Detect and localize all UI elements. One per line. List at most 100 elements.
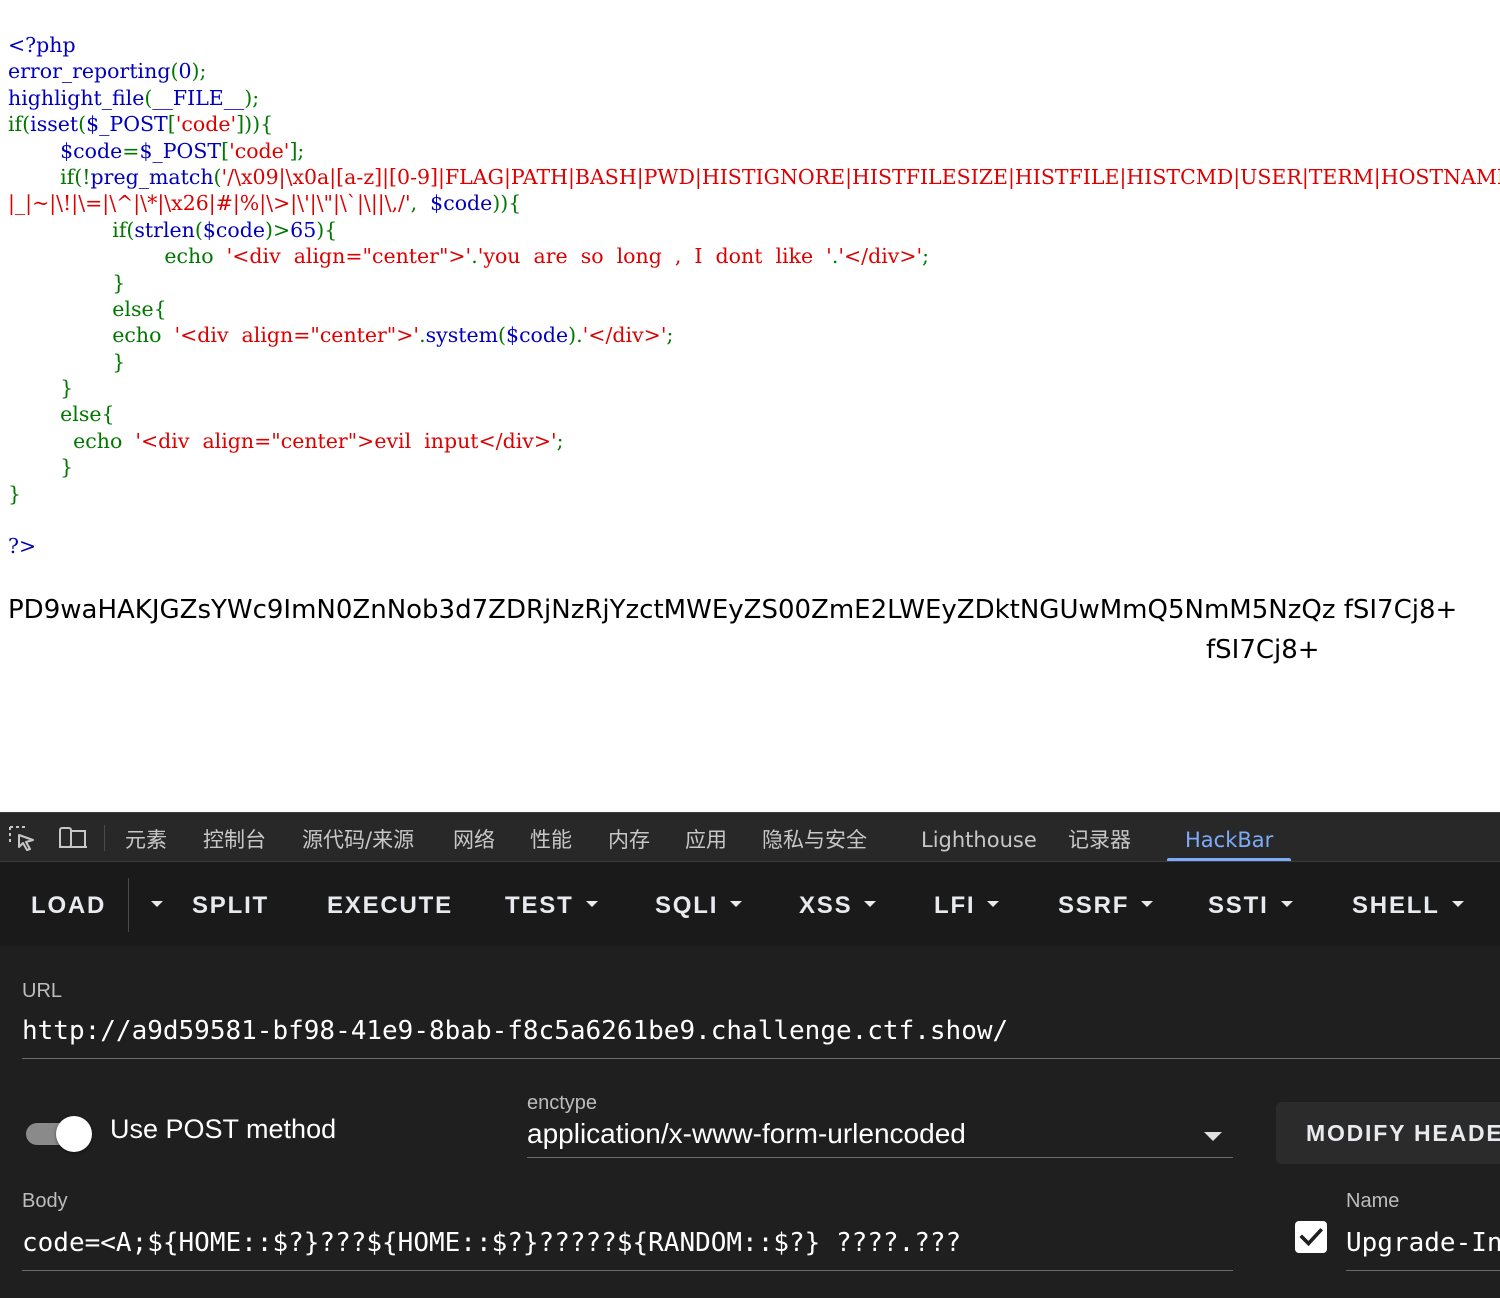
enctype-select[interactable]: application/x-www-form-urlencoded (527, 1118, 966, 1150)
tab-privacy-security[interactable]: 隐私与安全 (762, 813, 867, 861)
source-token: $code (506, 323, 569, 348)
source-token: <?php (8, 33, 76, 57)
devtools-panel: 元素 控制台 源代码/来源 网络 性能 内存 应用 隐私与安全 Lighthou… (0, 812, 1500, 1298)
test-menu-button[interactable]: TEST (505, 862, 598, 946)
source-token: } (8, 481, 22, 506)
body-underline (22, 1270, 1233, 1271)
source-token: __FILE__ (152, 85, 245, 110)
body-input[interactable]: code=<A;${HOME::$?}???${HOME::$?}?????${… (22, 1228, 961, 1258)
device-toolbar-icon[interactable] (58, 825, 87, 851)
source-token: error_reporting (8, 59, 171, 84)
source-token: ?> (8, 534, 37, 559)
source-token: [ (221, 138, 230, 163)
source-token: } (8, 349, 126, 374)
body-label: Body (22, 1190, 68, 1212)
chevron-down-icon (987, 900, 1000, 907)
source-token: $_POST (139, 138, 222, 163)
header-name-input[interactable]: Upgrade-Insecure-Requests (1346, 1228, 1500, 1258)
header-enabled-checkbox[interactable] (1295, 1221, 1327, 1253)
use-post-toggle[interactable] (24, 1116, 94, 1152)
load-button[interactable]: LOAD (31, 862, 106, 946)
page-content: <?php error_reporting(0); highlight_file ( _… (0, 0, 1500, 812)
source-token: ( (498, 323, 507, 348)
source-token: |_|~|\!|\=|\^|\*|\x26|#|%|\>|\'|\"|\`|\|… (8, 191, 411, 216)
chevron-down-icon (585, 900, 598, 907)
ssrf-label: SSRF (1058, 892, 1130, 919)
url-label: URL (22, 980, 63, 1002)
source-line: } (8, 481, 1500, 507)
tab-bar-divider (104, 825, 105, 851)
inspect-element-icon[interactable] (8, 825, 36, 851)
use-post-label: Use POST method (110, 1114, 337, 1144)
source-line: <?php (8, 32, 1500, 58)
source-token: if( (8, 217, 135, 242)
source-token: preg_match (90, 164, 214, 189)
tab-application[interactable]: 应用 (685, 813, 727, 861)
tab-sources[interactable]: 源代码/来源 (302, 813, 414, 861)
load-dropdown-button[interactable] (139, 862, 163, 946)
source-line: } (8, 454, 1500, 480)
source-token: } (8, 455, 74, 480)
source-token: ){ (316, 217, 338, 242)
enctype-label: enctype (527, 1092, 598, 1114)
source-token: '<div align="center">' (174, 323, 420, 348)
url-input[interactable]: http://a9d59581-bf98-41e9-8bab-f8c5a6261… (22, 1016, 1008, 1046)
tab-network[interactable]: 网络 (453, 813, 495, 861)
source-line: if(isset($_POST['code'])){ (8, 111, 1500, 137)
execute-button[interactable]: EXECUTE (327, 862, 453, 946)
split-button[interactable]: SPLIT (192, 862, 269, 946)
source-token: strlen (134, 217, 195, 242)
tab-memory[interactable]: 内存 (608, 813, 650, 861)
dropdown-arrow-icon[interactable] (1204, 1132, 1222, 1141)
source-token: ; (556, 428, 564, 453)
ssti-menu-button[interactable]: SSTI (1208, 862, 1293, 946)
ssrf-menu-button[interactable]: SSRF (1058, 862, 1154, 946)
xss-label: XSS (799, 892, 853, 919)
source-token: 0 (178, 59, 192, 84)
tab-lighthouse[interactable]: Lighthouse (921, 813, 1037, 861)
shell-menu-button[interactable]: SHELL (1352, 862, 1464, 946)
source-token: ( (213, 164, 222, 189)
output-line-2: fSI7Cj8+ (1206, 635, 1320, 665)
source-line: if(!preg_match('/\x09|\x0a|[a-z]|[0-9]|F… (8, 164, 1500, 190)
source-token: '</div>' (838, 244, 923, 269)
lfi-menu-button[interactable]: LFI (934, 862, 1000, 946)
chevron-down-icon (1280, 900, 1293, 907)
enctype-underline (527, 1157, 1233, 1158)
source-line: ?> (8, 533, 1500, 559)
source-token: system (425, 323, 499, 348)
source-token: highlight_file (8, 85, 145, 110)
source-token: = (122, 138, 140, 163)
source-line: |_|~|\!|\=|\^|\*|\x26|#|%|\>|\'|\"|\`|\|… (8, 190, 1500, 216)
tab-elements[interactable]: 元素 (125, 813, 167, 861)
xss-menu-button[interactable]: XSS (799, 862, 877, 946)
source-token: if(! (8, 164, 91, 189)
source-line: if(strlen($code)>65){ (8, 217, 1500, 243)
source-token: )> (264, 217, 291, 242)
header-name-underline (1346, 1270, 1500, 1271)
source-token: else{ (8, 296, 167, 321)
hackbar-form: URL http://a9d59581-bf98-41e9-8bab-f8c5a… (0, 946, 1500, 1298)
source-token: echo (8, 244, 227, 269)
source-token: )){ (492, 191, 522, 216)
source-token: [ (167, 112, 176, 137)
sqli-menu-button[interactable]: SQLI (655, 862, 743, 946)
chevron-down-icon (1141, 900, 1154, 907)
source-line: $code=$_POST['code']; (8, 138, 1500, 164)
source-token: ; (922, 244, 930, 269)
tab-performance[interactable]: 性能 (530, 813, 572, 861)
tab-hackbar[interactable]: HackBar (1166, 813, 1292, 861)
source-line: error_reporting(0); (8, 58, 1500, 84)
modify-header-button[interactable]: MODIFY HEADER (1276, 1102, 1500, 1164)
test-label: TEST (505, 892, 574, 919)
source-token: ). (568, 323, 583, 348)
tab-console[interactable]: 控制台 (203, 813, 266, 861)
header-name-label: Name (1346, 1190, 1400, 1212)
tab-recorder[interactable]: 记录器 (1068, 813, 1131, 861)
source-line (8, 507, 1500, 533)
chevron-down-icon (1451, 900, 1464, 907)
source-token: $_POST (86, 112, 168, 137)
source-token: $code (430, 191, 493, 216)
source-token: $code (202, 217, 265, 242)
shell-label: SHELL (1352, 892, 1440, 919)
